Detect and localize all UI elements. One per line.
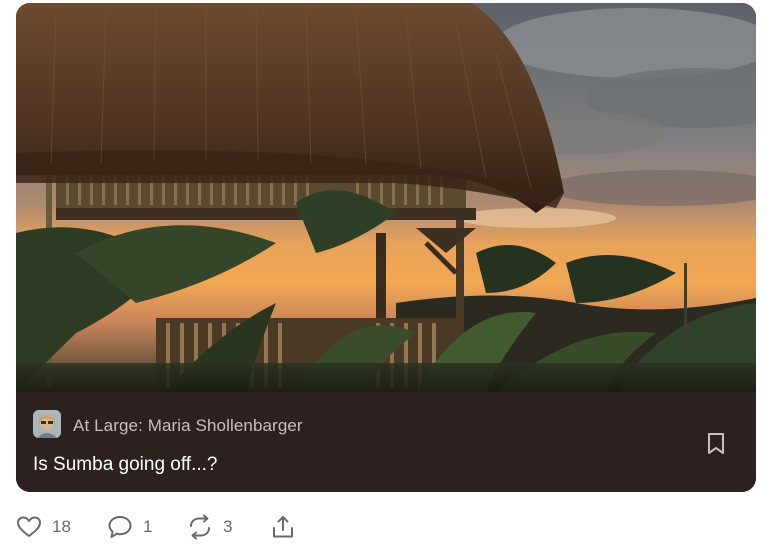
like-count: 18 <box>52 517 71 536</box>
like-button[interactable]: 18 <box>16 512 71 542</box>
bookmark-icon <box>708 433 724 454</box>
restack-icon <box>190 514 210 540</box>
heart-icon <box>17 516 41 537</box>
post-image[interactable] <box>16 3 756 392</box>
publication-name[interactable]: At Large: Maria Shollenbarger <box>73 416 303 436</box>
post-info[interactable]: At Large: Maria Shollenbarger Is Sumba g… <box>16 392 756 492</box>
restack-count: 3 <box>223 517 233 536</box>
bookmark-button[interactable] <box>706 432 726 456</box>
comment-button[interactable]: 1 <box>107 512 152 542</box>
share-button[interactable] <box>270 512 296 542</box>
post-card[interactable]: At Large: Maria Shollenbarger Is Sumba g… <box>16 3 756 492</box>
restack-button[interactable]: 3 <box>187 512 232 542</box>
comment-count: 1 <box>143 517 153 536</box>
post-title[interactable]: Is Sumba going off...? <box>33 453 218 477</box>
comment-icon <box>108 516 132 538</box>
publication-avatar <box>33 410 61 438</box>
post-actions: 18 1 3 <box>16 512 316 542</box>
share-icon <box>273 516 293 538</box>
